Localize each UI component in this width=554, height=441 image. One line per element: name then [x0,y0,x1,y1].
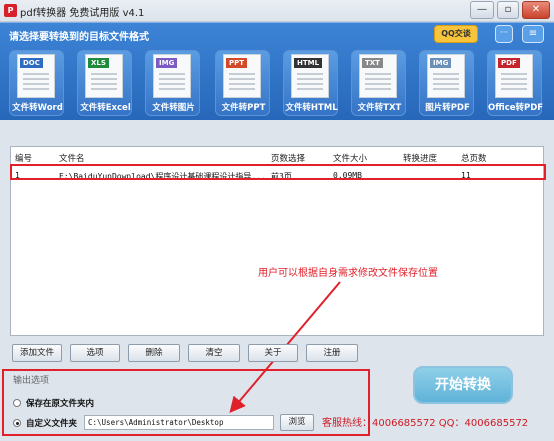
custom-folder-radio[interactable] [13,419,21,427]
register-button[interactable]: 注册 [306,344,358,362]
app-window: P pdf转换器 免费试用版 v4.1 — ▫ ✕ 请选择要转换到的目标文件格式… [0,0,554,441]
start-convert-button[interactable]: 开始转换 [413,366,513,404]
keep-original-label[interactable]: 保存在原文件夹内 [26,397,94,409]
clear-button[interactable]: 清空 [188,344,240,362]
browse-button[interactable]: 浏览 [280,414,314,431]
about-button[interactable]: 关于 [248,344,298,362]
output-path-field[interactable]: C:\Users\Administrator\Desktop [84,415,274,430]
custom-folder-label[interactable]: 自定义文件夹 [26,417,77,429]
keep-original-radio[interactable] [13,399,21,407]
output-options-group: 输出选项 保存在原文件夹内 自定义文件夹 C:\Users\Administra… [2,369,370,436]
add-file-button[interactable]: 添加文件 [12,344,62,362]
delete-button[interactable]: 删除 [128,344,180,362]
hotline-text[interactable]: 客服热线：4006685572 QQ：4006685572 [322,414,528,429]
options-button[interactable]: 选项 [70,344,120,362]
output-legend: 输出选项 [13,376,50,386]
